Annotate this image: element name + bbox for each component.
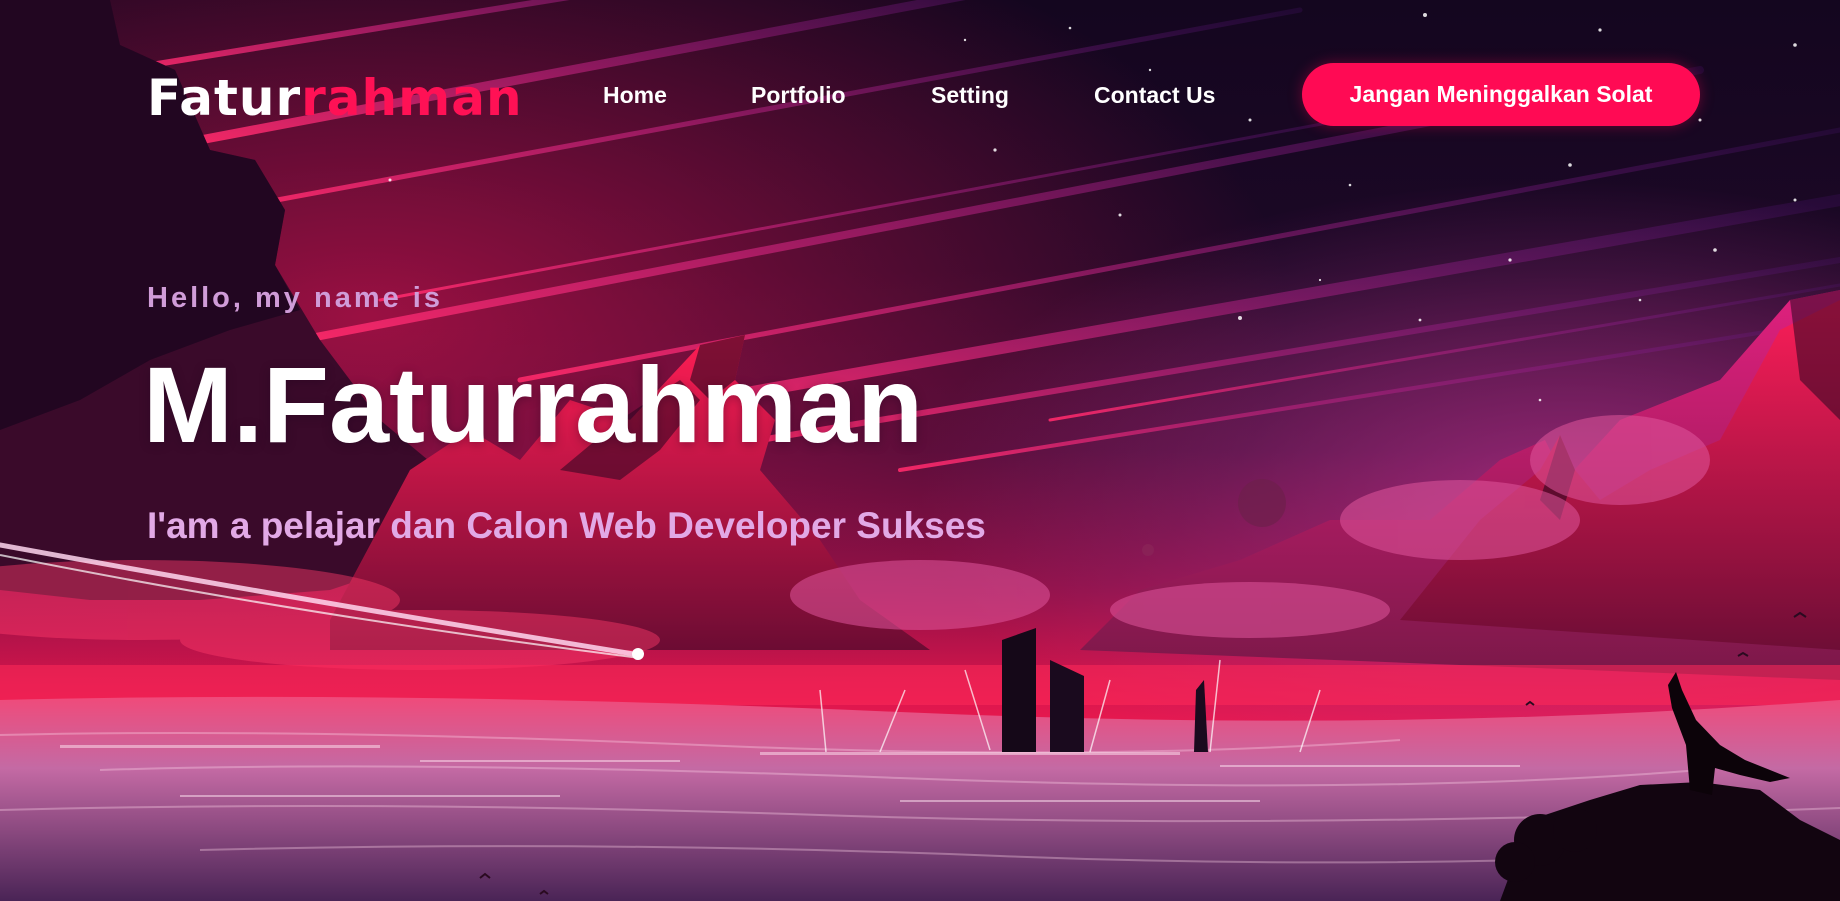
nav-link-home[interactable]: Home (603, 80, 667, 110)
nav-link-contact-us[interactable]: Contact Us (1094, 80, 1215, 110)
logo-text-part2: rahman (301, 69, 523, 127)
hero-greeting: Hello, my name is (147, 282, 443, 314)
nav-link-portfolio[interactable]: Portfolio (751, 80, 846, 110)
logo-text-part1: Fatur (147, 69, 302, 127)
hero-name: M.Faturrahman (143, 344, 924, 465)
cta-button[interactable]: Jangan Meninggalkan Solat (1302, 63, 1700, 126)
navbar: Faturrahman Home Portfolio Setting Conta… (0, 0, 1840, 190)
nav-link-setting[interactable]: Setting (931, 80, 1009, 110)
hero-tagline: I'am a pelajar dan Calon Web Developer S… (147, 505, 986, 546)
site-logo[interactable]: Faturrahman (147, 68, 523, 128)
page: Faturrahman Home Portfolio Setting Conta… (0, 0, 1840, 901)
